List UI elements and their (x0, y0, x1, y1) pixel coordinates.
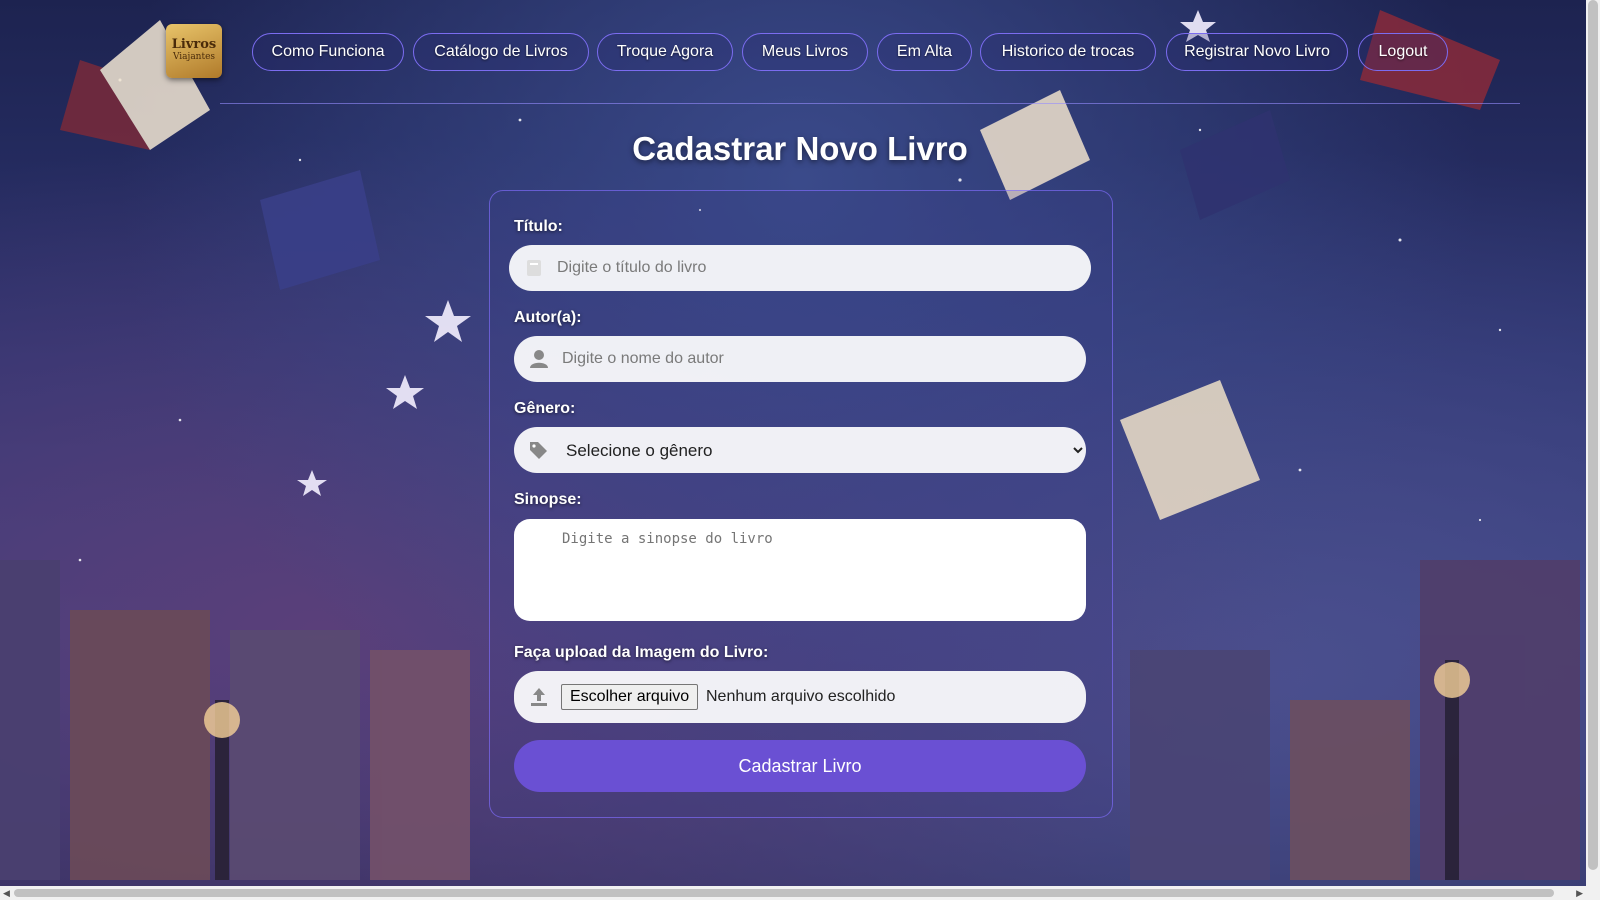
sinopse-label: Sinopse: (514, 491, 582, 508)
nav-meus-livros[interactable]: Meus Livros (742, 33, 868, 71)
titulo-label: Título: (514, 218, 563, 235)
autor-label: Autor(a): (514, 309, 582, 326)
cadastrar-livro-button[interactable]: Cadastrar Livro (514, 740, 1086, 792)
upload-icon (531, 688, 547, 706)
horizontal-scroll-thumb[interactable] (14, 889, 1554, 897)
nav-como-funciona[interactable]: Como Funciona (252, 33, 404, 71)
scroll-right-icon[interactable]: ▶ (1576, 888, 1583, 899)
vertical-scrollbar[interactable] (1586, 0, 1600, 900)
nav-registrar-livro[interactable]: Registrar Novo Livro (1166, 33, 1348, 71)
genero-select[interactable]: Selecione o gênero (514, 427, 1086, 473)
sinopse-textarea[interactable] (514, 519, 1086, 621)
tags-icon (530, 442, 547, 459)
genero-field: Selecione o gênero (514, 427, 1086, 473)
titulo-input[interactable] (509, 244, 1091, 292)
nav-logout[interactable]: Logout (1358, 33, 1448, 71)
book-icon (527, 260, 541, 276)
genero-label: Gênero: (514, 400, 576, 417)
nav-em-alta[interactable]: Em Alta (877, 33, 972, 71)
nav-historico-trocas[interactable]: Historico de trocas (980, 33, 1156, 71)
nav-divider (220, 103, 1520, 104)
page-title: Cadastrar Novo Livro (632, 130, 968, 167)
autor-field (514, 335, 1086, 383)
logo-line2: Viajantes (172, 52, 216, 62)
nav-catalogo[interactable]: Catálogo de Livros (413, 33, 589, 71)
top-navbar: Livros Viajantes Como Funciona Catálogo … (0, 0, 1586, 104)
site-logo[interactable]: Livros Viajantes (166, 24, 222, 78)
vertical-scroll-thumb[interactable] (1588, 0, 1598, 870)
choose-file-button[interactable]: Escolher arquivo (561, 684, 699, 710)
user-icon (530, 350, 548, 368)
titulo-field (509, 244, 1091, 292)
nav-troque-agora[interactable]: Troque Agora (597, 33, 733, 71)
scroll-left-icon[interactable]: ◀ (3, 888, 10, 899)
autor-input[interactable] (514, 335, 1086, 383)
logo-line1: Livros (171, 37, 217, 52)
file-status: Nenhum arquivo escolhido (706, 688, 896, 705)
horizontal-scrollbar[interactable]: ◀ ▶ (0, 886, 1586, 900)
upload-label: Faça upload da Imagem do Livro: (514, 644, 769, 661)
